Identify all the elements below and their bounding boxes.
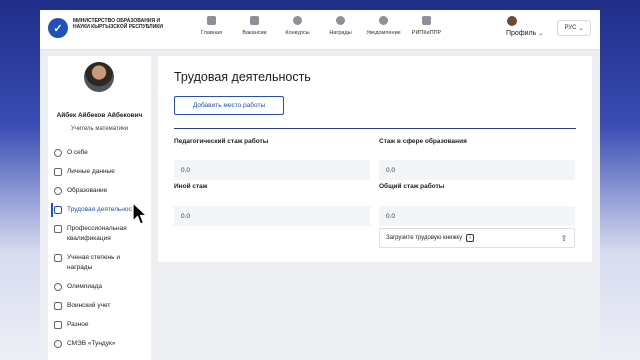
sidebar-item-label: Олимпиада xyxy=(67,283,103,290)
info-icon[interactable]: i xyxy=(466,234,475,242)
user-name: Айбек Айбеков Айбекович xyxy=(56,112,143,119)
page-title: Трудовая деятельность xyxy=(174,70,311,84)
total-experience-label: Общий стаж работы xyxy=(379,183,445,190)
teaching-experience-label: Педагогический стаж работы xyxy=(174,138,269,145)
app-window: ✓ МИНИСТЕРСТВО ОБРАЗОВАНИЯ И НАУКИ КЫРГЫ… xyxy=(40,10,600,360)
sidebar-item-olympiad[interactable]: Олимпиада xyxy=(48,282,151,292)
certificate-icon xyxy=(54,225,62,233)
diploma-icon xyxy=(54,254,62,262)
education-experience-label: Стаж в сфере образования xyxy=(379,138,467,145)
sidebar-item-label: СМЭВ «Тундук» xyxy=(67,340,116,347)
upload-work-book-label: Загрузите трудовую книжку xyxy=(386,235,463,241)
sidebar-item-tunduk[interactable]: СМЭВ «Тундук» xyxy=(48,339,151,349)
nav-ripkippr-label: РИПКиППР xyxy=(411,30,442,36)
add-workplace-button[interactable]: Добавить место работы xyxy=(174,96,284,115)
nav-notifications-label: Уведомление xyxy=(366,30,401,36)
language-select[interactable]: РУС ⌄ xyxy=(557,20,591,36)
avatar xyxy=(507,16,517,26)
nav-notifications[interactable]: Уведомление xyxy=(362,16,405,36)
medal-icon xyxy=(336,16,345,25)
sidebar-item-label: Образование xyxy=(67,187,108,194)
building-icon xyxy=(422,16,431,25)
briefcase-icon xyxy=(54,206,62,214)
ministry-logo[interactable]: ✓ xyxy=(48,18,68,38)
chevron-down-icon: ⌄ xyxy=(578,25,584,32)
sidebar-item-label: Ученая степень и награды xyxy=(67,254,120,271)
ministry-name: МИНИСТЕРСТВО ОБРАЗОВАНИЯ И НАУКИ КЫРГЫЗС… xyxy=(73,18,163,30)
sidebar-item-label: Воинский учет xyxy=(67,302,111,309)
profile-menu[interactable]: Профиль ⌄ xyxy=(500,16,548,46)
user-avatar xyxy=(84,62,114,92)
education-experience-value: 0.0 xyxy=(379,160,575,180)
sidebar-item-about[interactable]: О себе xyxy=(48,148,151,158)
person-icon xyxy=(54,149,62,157)
briefcase-icon xyxy=(250,16,259,25)
id-card-icon xyxy=(54,168,62,176)
grid-icon xyxy=(54,321,62,329)
nav-home[interactable]: Главная xyxy=(190,16,233,36)
other-experience-label: Иной стаж xyxy=(174,183,208,190)
work-activity-card: Трудовая деятельность Добавить место раб… xyxy=(158,56,592,262)
nav-contests-label: Конкурсы xyxy=(285,30,310,36)
sidebar-item-qualification[interactable]: Профессиональная квалификация xyxy=(48,224,151,244)
trophy-icon xyxy=(54,283,62,291)
language-label: РУС xyxy=(564,25,577,31)
sidebar-menu: О себе Личные данные Образование Трудова… xyxy=(48,148,151,358)
sidebar-item-military[interactable]: Воинский учет xyxy=(48,301,151,311)
sidebar-item-misc[interactable]: Разное xyxy=(48,320,151,330)
sidebar-item-label: Профессиональная квалификация xyxy=(67,225,127,242)
award-icon xyxy=(293,16,302,25)
section-divider xyxy=(174,128,576,129)
main-nav: Главная Вакансии Конкурсы Награды Уведом… xyxy=(190,16,448,36)
mouse-pointer-icon xyxy=(132,202,148,225)
nav-home-label: Главная xyxy=(201,30,222,36)
nav-vacancies[interactable]: Вакансии xyxy=(233,16,276,36)
nav-vacancies-label: Вакансии xyxy=(242,30,267,36)
gear-icon xyxy=(54,340,62,348)
nav-ripkippr[interactable]: РИПКиППР xyxy=(405,16,448,36)
home-icon xyxy=(207,16,216,25)
profile-label: Профиль xyxy=(506,30,537,37)
sidebar-item-personal-data[interactable]: Личные данные xyxy=(48,167,151,177)
sidebar-item-education[interactable]: Образование xyxy=(48,186,151,196)
sidebar-item-label: Разное xyxy=(67,321,89,328)
nav-awards[interactable]: Награды xyxy=(319,16,362,36)
document-icon xyxy=(54,302,62,310)
nav-contests[interactable]: Конкурсы xyxy=(276,16,319,36)
upload-icon: ⇪ xyxy=(560,234,568,243)
total-experience-value: 0.0 xyxy=(379,206,575,226)
teaching-experience-value: 0.0 xyxy=(174,160,370,180)
sidebar-item-label: Личные данные xyxy=(67,168,115,175)
user-role: Учитель математики xyxy=(70,126,129,132)
other-experience-value: 0.0 xyxy=(174,206,370,226)
chevron-down-icon: ⌄ xyxy=(538,31,544,37)
sidebar-item-label: О себе xyxy=(67,149,88,156)
graduation-cap-icon xyxy=(54,187,62,195)
upload-work-book-button[interactable]: Загрузите трудовую книжку i ⇪ xyxy=(379,228,575,248)
top-navigation-bar: ✓ МИНИСТЕРСТВО ОБРАЗОВАНИЯ И НАУКИ КЫРГЫ… xyxy=(40,10,600,50)
bell-icon xyxy=(379,16,388,25)
sidebar-item-degree[interactable]: Ученая степень и награды xyxy=(48,253,151,273)
nav-awards-label: Награды xyxy=(329,30,352,36)
